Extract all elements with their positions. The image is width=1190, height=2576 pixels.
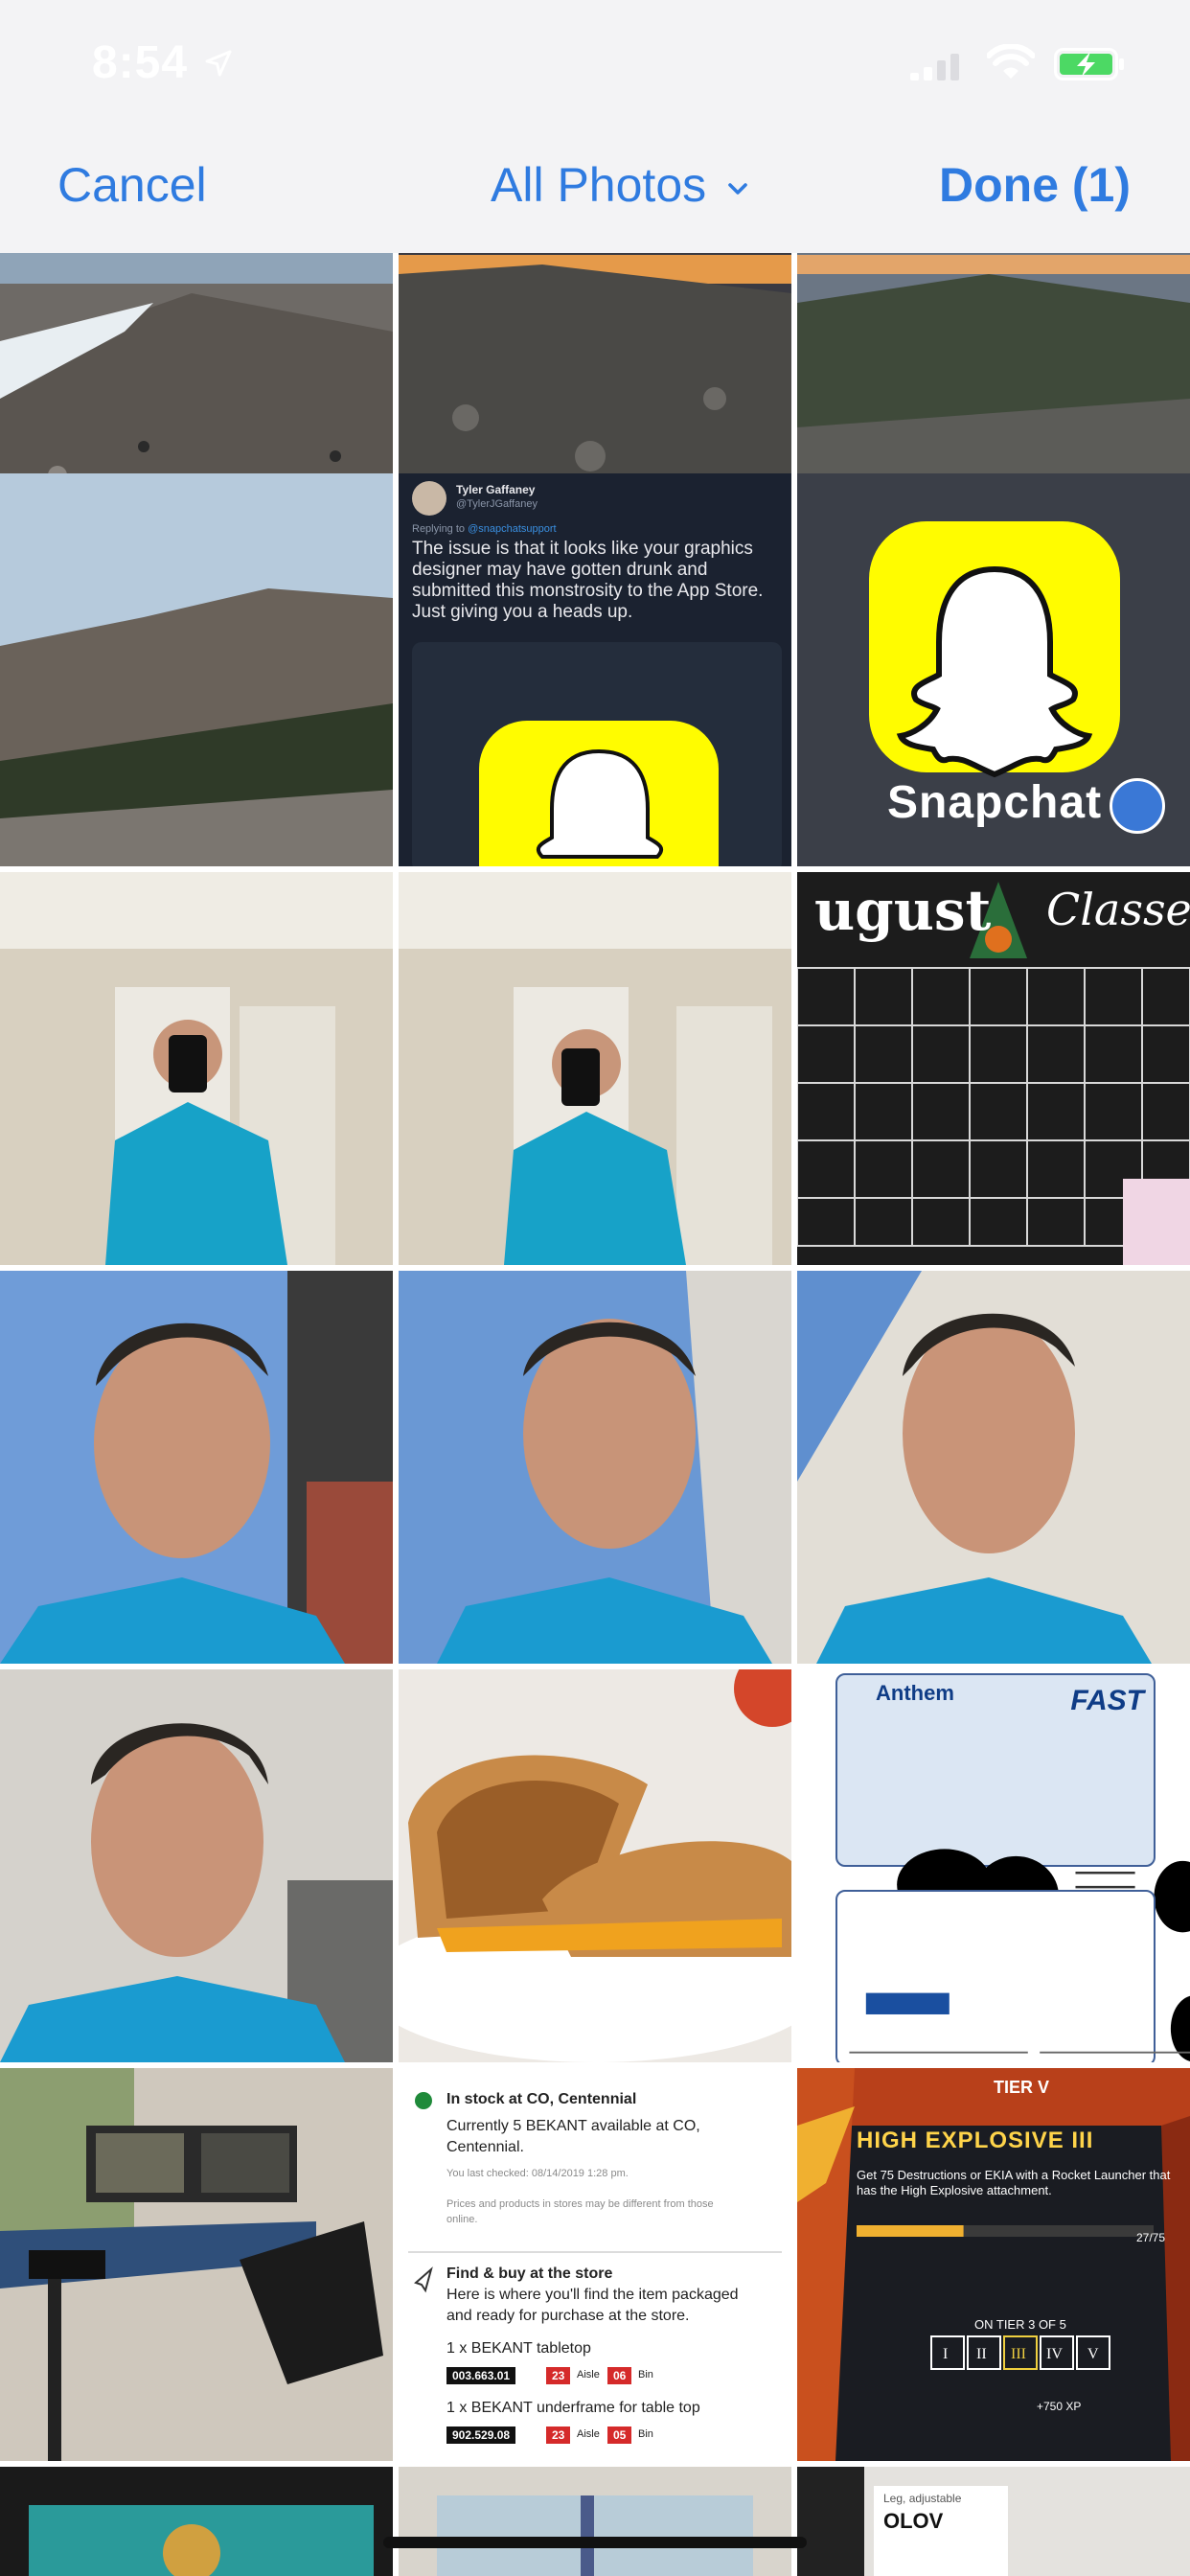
store-stock-line-1: Currently 5 BEKANT available at CO, (446, 2118, 700, 2134)
photo-mirror-selfie-1[interactable] (0, 872, 393, 1265)
photo-desk-setup[interactable] (0, 2068, 393, 2461)
store-item-2-bin-label: Bin (638, 2428, 653, 2440)
photo-room-window[interactable] (399, 2467, 791, 2576)
tweet-body: The issue is that it looks like your gra… (412, 539, 764, 622)
insurance-card-back (835, 1890, 1190, 2062)
svg-text:II: II (976, 2346, 987, 2362)
game-tier-of: ON TIER 3 OF 5 (974, 2317, 1066, 2332)
location-arrow-icon (205, 50, 232, 77)
store-item-1-code: 003.663.01 (446, 2367, 516, 2384)
store-item-1-bin-label: Bin (638, 2369, 653, 2380)
snapchat-label: Snapchat (887, 777, 1103, 828)
store-screenshot: In stock at CO, Centennial Currently 5 B… (399, 2068, 791, 2461)
photo-classroom-calendar[interactable]: ugust Classes (797, 872, 1190, 1265)
tag-line-1: Leg, adjustable (883, 2492, 962, 2505)
photo-insurance-card[interactable]: Anthem FAST (797, 1669, 1190, 2062)
store-stock-line-2: Centennial. (446, 2139, 524, 2155)
store-item-2: 1 x BEKANT underframe for table top (446, 2400, 700, 2416)
home-indicator[interactable] (383, 2537, 807, 2548)
tweet-author-handle: @TylerJGaffaney (456, 498, 538, 510)
photo-product-tag[interactable]: Leg, adjustable OLOV (797, 2467, 1190, 2576)
top-bar: 8:54 Cancel All Photos Done (1) (0, 0, 1190, 253)
album-picker-label: All Photos (491, 158, 707, 212)
done-button[interactable]: Done (1) (939, 157, 1131, 213)
photo-game-screen[interactable] (0, 2467, 393, 2576)
game-progress-fill (857, 2225, 964, 2237)
svg-text:V: V (1087, 2346, 1099, 2362)
selected-checkmark-icon (1110, 778, 1165, 834)
cellular-signal-icon (910, 54, 959, 80)
calendar-month-title: ugust (814, 878, 992, 943)
game-challenge-title: HIGH EXPLOSIVE III (857, 2128, 1094, 2153)
wifi-icon (987, 44, 1035, 79)
photo-grilled-cheese[interactable] (399, 1669, 791, 2062)
store-item-2-aisle: 23 (546, 2426, 571, 2444)
photo-grid: Tyler Gaffaney @TylerJGaffaney Replying … (0, 111, 1190, 2576)
photo-selfie-front[interactable] (0, 1669, 393, 2062)
store-find-heading: Find & buy at the store (446, 2266, 613, 2282)
game-progress-text: 27/75 (1136, 2231, 1166, 2244)
store-item-1: 1 x BEKANT tabletop (446, 2340, 591, 2357)
photo-mirror-selfie-2[interactable] (399, 872, 791, 1265)
cancel-button[interactable]: Cancel (57, 157, 207, 213)
status-time: 8:54 (92, 37, 189, 88)
photo-selfie-looking-left[interactable] (399, 1271, 791, 1664)
photo-tweet-screenshot[interactable]: Tyler Gaffaney @TylerJGaffaney Replying … (399, 473, 791, 866)
tweet-replying-to: Replying to @snapchatsupport (412, 523, 557, 535)
battery-charging-icon (1054, 48, 1124, 80)
game-xp: +750 XP (1037, 2400, 1082, 2413)
tag-line-2: OLOV (883, 2509, 944, 2533)
store-item-1-aisle-label: Aisle (577, 2369, 600, 2380)
store-find-line-1: Here is where you'll find the item packa… (446, 2287, 739, 2303)
game-tier-label: TIER V (994, 2078, 1050, 2097)
tweet-replying-handle: @snapchatsupport (468, 523, 557, 535)
store-disclaimer-1: Prices and products in stores may be dif… (446, 2198, 714, 2210)
store-stock-heading: In stock at CO, Centennial (446, 2091, 637, 2107)
photo-snapchat-icon-selected[interactable]: Snapchat (797, 473, 1190, 866)
album-picker-button[interactable]: All Photos (491, 157, 748, 213)
photo-selfie-looking-right[interactable] (0, 1271, 393, 1664)
photo-store-availability[interactable]: In stock at CO, Centennial Currently 5 B… (399, 2068, 791, 2461)
photo-mountain-ridge[interactable] (0, 473, 393, 866)
svg-text:III: III (1011, 2346, 1026, 2362)
calendar-classes-title: Classes (1046, 884, 1190, 935)
store-disclaimer-2: online. (446, 2214, 478, 2225)
svg-text:IV: IV (1046, 2346, 1063, 2362)
store-find-line-2: and ready for purchase at the store. (446, 2308, 690, 2324)
store-item-2-aisle-label: Aisle (577, 2428, 600, 2440)
insurance-card-front: Anthem FAST (835, 1673, 1190, 1938)
store-item-2-bin: 05 (607, 2426, 632, 2444)
chevron-down-icon (728, 182, 747, 195)
store-item-1-aisle: 23 (546, 2367, 571, 2384)
tweet-replying-prefix: Replying to (412, 523, 469, 535)
photo-game-challenge[interactable]: I II III IV V TIER V HIGH EXPLOSIVE III Get … (797, 2068, 1190, 2461)
game-challenge-desc: Get 75 Destructions or EKIA with a Rocke… (857, 2168, 1171, 2197)
tweet-author-name: Tyler Gaffaney (456, 483, 536, 496)
store-item-2-code: 902.529.08 (446, 2426, 516, 2444)
svg-text:I: I (943, 2346, 948, 2362)
store-last-checked: You last checked: 08/14/2019 1:28 pm. (446, 2168, 629, 2179)
store-item-1-bin: 06 (607, 2367, 632, 2384)
photo-selfie-side-glance[interactable] (797, 1271, 1190, 1664)
